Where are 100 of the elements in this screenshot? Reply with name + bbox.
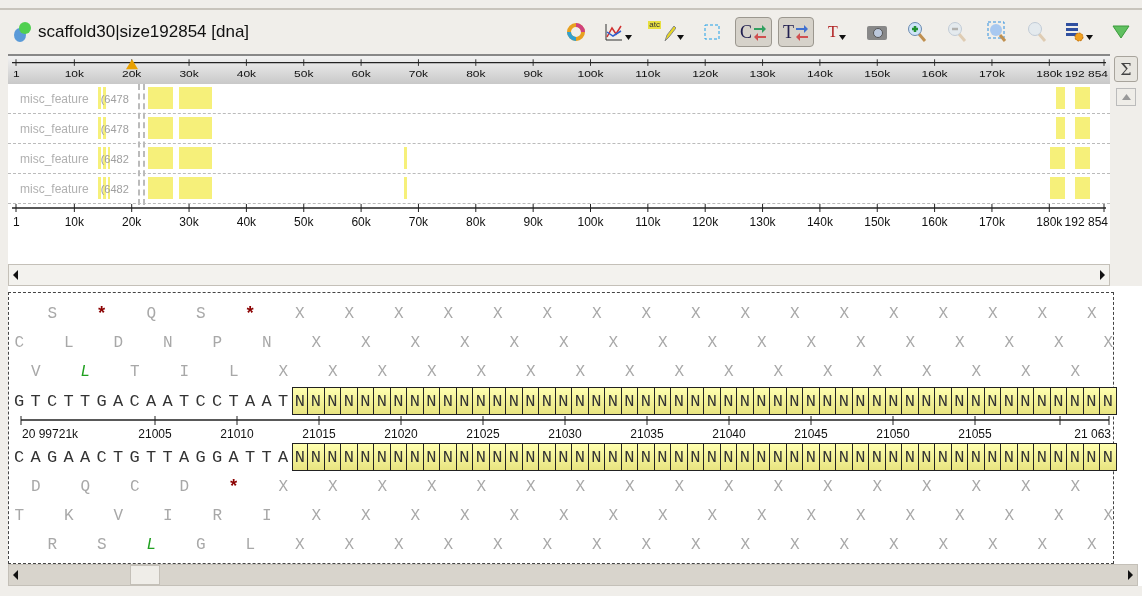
scroll-thumb[interactable] bbox=[130, 565, 160, 585]
masked-base: N bbox=[704, 443, 721, 471]
amino-acid: V bbox=[112, 506, 125, 525]
toolbar-button[interactable]: T bbox=[778, 17, 814, 47]
ruler-label: 40k bbox=[236, 68, 257, 80]
ruler-label: 30k bbox=[179, 68, 199, 80]
amino-acid: X bbox=[1036, 535, 1049, 554]
masked-base: N bbox=[374, 387, 391, 415]
amino-acid: X bbox=[590, 304, 603, 323]
amino-acid: X bbox=[673, 362, 686, 381]
amino-acid: X bbox=[425, 362, 438, 381]
masked-base: N bbox=[572, 387, 589, 415]
amino-acid: X bbox=[755, 333, 768, 352]
zoom-out-icon bbox=[947, 21, 967, 43]
ruler-label: 130k bbox=[749, 215, 776, 229]
left-arrow-icon[interactable] bbox=[12, 270, 20, 280]
ruler-label: 150k bbox=[864, 215, 891, 229]
masked-base: N bbox=[605, 443, 622, 471]
ruler-label: 192 854 bbox=[1064, 68, 1108, 80]
amino-acid: X bbox=[739, 304, 752, 323]
amino-acid: X bbox=[920, 362, 933, 381]
amino-acid: X bbox=[359, 333, 372, 352]
masked-base: N bbox=[308, 443, 325, 471]
amino-acid: X bbox=[376, 362, 389, 381]
ruler-label: 140k bbox=[806, 68, 833, 80]
amino-acid: R bbox=[211, 506, 224, 525]
masked-base: N bbox=[671, 443, 688, 471]
sum-button[interactable]: Σ bbox=[1114, 56, 1138, 82]
amino-acid: X bbox=[838, 535, 851, 554]
amino-acid: X bbox=[706, 506, 719, 525]
toolbar-button[interactable]: atc bbox=[643, 17, 689, 47]
ruler-label: 21050 bbox=[876, 427, 910, 441]
amino-acid: X bbox=[656, 333, 669, 352]
ruler-label: 160k bbox=[921, 68, 948, 80]
masked-base: N bbox=[506, 443, 523, 471]
amino-acid: X bbox=[953, 506, 966, 525]
ruler-label: 192 854 bbox=[1064, 215, 1108, 229]
amino-acid: X bbox=[904, 506, 917, 525]
ruler-label: 80k bbox=[466, 68, 486, 80]
amino-acid: X bbox=[788, 535, 801, 554]
amino-acid: S bbox=[46, 304, 59, 323]
masked-base: N bbox=[539, 387, 556, 415]
masked-base: N bbox=[1001, 387, 1018, 415]
ruler-label: 21035 bbox=[630, 427, 664, 441]
ruler-label: 10k bbox=[64, 215, 85, 229]
horizontal-scrollbar[interactable] bbox=[8, 564, 1138, 586]
amino-acid: X bbox=[343, 304, 356, 323]
amino-acid: X bbox=[887, 304, 900, 323]
amino-acid: X bbox=[458, 506, 471, 525]
amino-acid: X bbox=[937, 535, 950, 554]
caret-icon bbox=[838, 35, 846, 40]
ruler-label: 20k bbox=[122, 68, 142, 80]
stop-codon: * bbox=[95, 303, 109, 324]
amino-acid: X bbox=[557, 333, 570, 352]
scroll-up-button[interactable] bbox=[1116, 88, 1136, 106]
masked-base: N bbox=[704, 387, 721, 415]
amino-acid: Q bbox=[79, 477, 92, 496]
track-label: misc_feature bbox=[20, 181, 89, 196]
right-arrow-icon[interactable] bbox=[1098, 270, 1106, 280]
masked-base: N bbox=[803, 387, 820, 415]
amino-acid: X bbox=[722, 477, 735, 496]
amino-acid: I bbox=[260, 506, 273, 525]
masked-base: N bbox=[968, 443, 985, 471]
amino-acid: X bbox=[508, 506, 521, 525]
amino-acid: L bbox=[244, 535, 257, 554]
toolbar-button[interactable]: C bbox=[735, 17, 772, 47]
right-arrow-icon[interactable] bbox=[1126, 570, 1134, 580]
masked-base: N bbox=[902, 387, 919, 415]
amino-acid: X bbox=[904, 333, 917, 352]
toolbar-button[interactable]: T bbox=[820, 17, 854, 47]
ruler-label: 160k bbox=[921, 215, 948, 229]
amino-acid: L bbox=[145, 535, 158, 554]
amino-acid: X bbox=[1085, 535, 1098, 554]
amino-acid: X bbox=[689, 535, 702, 554]
ruler-label: 1 bbox=[13, 68, 20, 80]
left-arrow-icon[interactable] bbox=[12, 570, 20, 580]
amino-acid: X bbox=[1085, 304, 1098, 323]
ruler-label: 40k bbox=[236, 215, 257, 229]
amino-acid: X bbox=[854, 333, 867, 352]
ruler-label: 50k bbox=[294, 215, 314, 229]
masked-base: N bbox=[605, 387, 622, 415]
visible-range-frame[interactable] bbox=[138, 84, 145, 205]
magnifier-icon bbox=[1027, 21, 1047, 43]
amino-acid: X bbox=[508, 333, 521, 352]
masked-base: N bbox=[308, 387, 325, 415]
ruler-label: 140k bbox=[806, 215, 833, 229]
ruler-label: 180k bbox=[1036, 215, 1063, 229]
masked-base: N bbox=[770, 443, 787, 471]
graph-icon bbox=[604, 22, 625, 42]
amino-acid: K bbox=[62, 506, 75, 525]
masked-base: N bbox=[572, 443, 589, 471]
amino-acid: X bbox=[392, 304, 405, 323]
horizontal-scrollbar[interactable] bbox=[8, 264, 1110, 286]
amino-acid: I bbox=[161, 506, 174, 525]
amino-acid: T bbox=[128, 362, 141, 381]
amino-acid: X bbox=[1019, 362, 1032, 381]
masked-base: N bbox=[836, 387, 853, 415]
amino-acid: X bbox=[343, 535, 356, 554]
caret-icon bbox=[625, 35, 633, 40]
masked-base: N bbox=[473, 387, 490, 415]
